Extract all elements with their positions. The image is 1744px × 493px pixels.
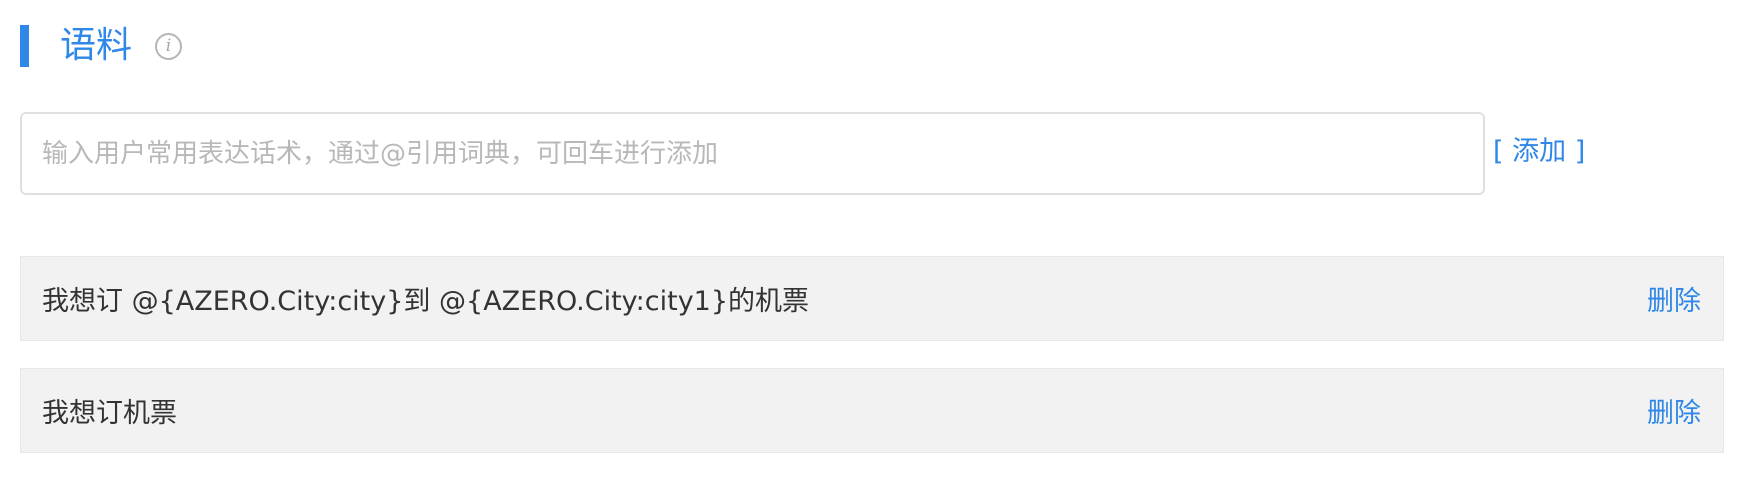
info-icon[interactable]: i (155, 32, 183, 60)
corpus-text: 我想订 @{AZERO.City:city}到 @{AZERO.City:cit… (42, 286, 810, 317)
add-button[interactable]: [ 添加 ] (1493, 132, 1585, 172)
corpus-input[interactable] (22, 114, 1483, 193)
delete-button[interactable]: 删除 (1647, 391, 1701, 430)
corpus-text: 我想订机票 (42, 398, 177, 429)
section-header: 语料 i (20, 25, 183, 67)
corpus-row: 我想订 @{AZERO.City:city}到 @{AZERO.City:cit… (20, 256, 1724, 341)
section-title: 语料 (60, 25, 133, 66)
corpus-row: 我想订机票 删除 (20, 368, 1724, 453)
corpus-list: 我想订 @{AZERO.City:city}到 @{AZERO.City:cit… (20, 256, 1724, 480)
corpus-input-container (20, 112, 1485, 195)
delete-button[interactable]: 删除 (1647, 279, 1701, 318)
section-accent-bar (20, 25, 29, 67)
